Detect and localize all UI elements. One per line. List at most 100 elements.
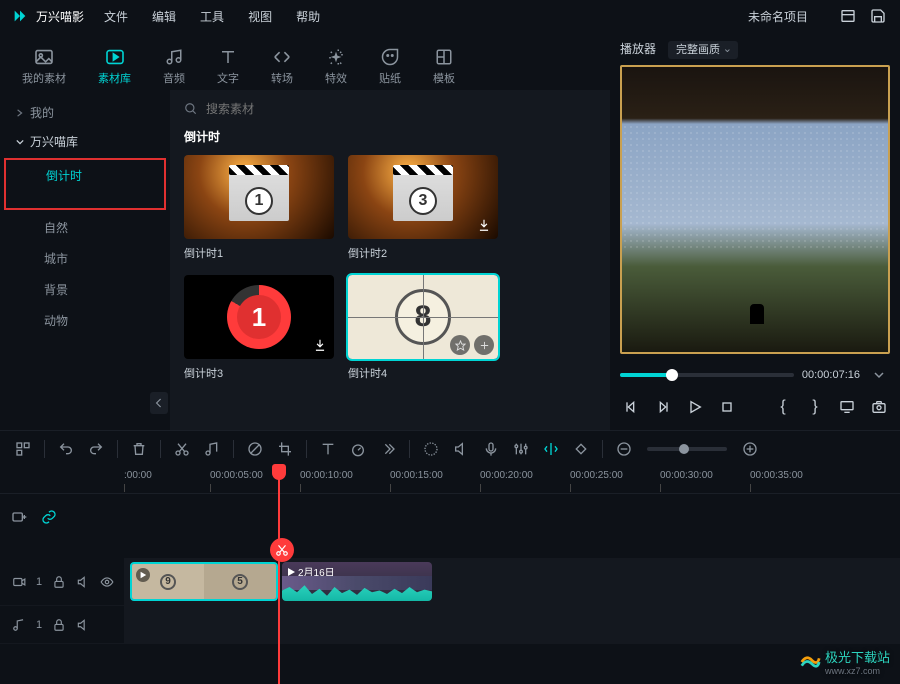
timeline-clip[interactable]: 2月16日 [282, 562, 432, 601]
delete-button[interactable] [126, 436, 152, 462]
asset-card[interactable]: 8 倒计时4 [348, 275, 498, 381]
asset-label: 倒计时2 [348, 245, 498, 261]
save-icon[interactable] [868, 6, 888, 26]
sidebar-item-nature[interactable]: 自然 [0, 212, 170, 243]
display-button[interactable] [836, 396, 858, 418]
sticker-icon [379, 48, 401, 66]
video-track-body[interactable]: 95 2月16日 [124, 558, 900, 605]
qr-icon[interactable] [10, 436, 36, 462]
marker-button[interactable] [538, 436, 564, 462]
undo-button[interactable] [53, 436, 79, 462]
category-sidebar: 我的 万兴喵库 倒计时 自然 城市 背景 动物 [0, 90, 170, 430]
menu-help[interactable]: 帮助 [296, 8, 320, 25]
asset-card[interactable]: 3 倒计时2 [348, 155, 498, 261]
video-track-icon [12, 575, 26, 589]
tab-transition[interactable]: 转场 [265, 44, 299, 90]
add-media-track-button[interactable] [8, 506, 30, 528]
sidebar-group-wxlib[interactable]: 万兴喵库 [0, 127, 170, 156]
lock-icon[interactable] [52, 618, 66, 632]
visibility-icon[interactable] [100, 575, 114, 589]
search-icon [184, 102, 198, 116]
menu-file[interactable]: 文件 [104, 8, 128, 25]
crop-button[interactable] [272, 436, 298, 462]
video-icon [104, 48, 126, 66]
sidebar-item-countdown[interactable]: 倒计时 [4, 158, 166, 210]
asset-thumbnail[interactable]: 3 [348, 155, 498, 239]
play-button[interactable] [684, 396, 706, 418]
sidebar-item-city[interactable]: 城市 [0, 243, 170, 274]
favorite-icon[interactable] [450, 335, 470, 355]
more-tools-icon[interactable] [375, 436, 401, 462]
asset-label: 倒计时1 [184, 245, 334, 261]
tab-audio[interactable]: 音频 [157, 44, 191, 90]
sidebar-group-mine[interactable]: 我的 [0, 98, 170, 127]
download-icon[interactable] [312, 337, 328, 353]
link-button[interactable] [38, 506, 60, 528]
scrub-track[interactable] [620, 373, 794, 377]
lock-icon[interactable] [52, 575, 66, 589]
tab-effect[interactable]: 特效 [319, 44, 353, 90]
asset-grid: 1 倒计时1 3 倒计时2 1 [184, 155, 596, 381]
mic-icon[interactable] [478, 436, 504, 462]
split-button[interactable] [270, 538, 294, 562]
playhead[interactable] [278, 466, 280, 684]
color-wheel-icon[interactable] [418, 436, 444, 462]
asset-thumbnail[interactable]: 1 [184, 275, 334, 359]
mark-in-button[interactable]: { [772, 396, 794, 418]
preview-scrubber: 00:00:07:16 [620, 364, 890, 386]
resource-panel: 我的素材 素材库 音频 文字 转场 特效 [0, 32, 610, 430]
tab-library[interactable]: 素材库 [92, 44, 137, 90]
speed-button[interactable] [345, 436, 371, 462]
cut-button[interactable] [169, 436, 195, 462]
search-input[interactable] [206, 102, 596, 116]
mute-icon[interactable] [76, 575, 90, 589]
timeline: :00:00 00:00:05:00 00:00:10:00 00:00:15:… [0, 466, 900, 684]
text-tool-icon[interactable] [315, 436, 341, 462]
disable-icon[interactable] [242, 436, 268, 462]
asset-thumbnail[interactable]: 1 [184, 155, 334, 239]
video-track: 1 95 2月16日 [0, 558, 900, 606]
preview-viewport[interactable] [620, 65, 890, 354]
sidebar-collapse-button[interactable] [150, 392, 168, 414]
timeline-clip[interactable]: 95 [130, 562, 278, 601]
quality-select[interactable]: 完整画质 [668, 41, 738, 57]
mute-icon[interactable] [76, 618, 90, 632]
redo-button[interactable] [83, 436, 109, 462]
keyframe-icon[interactable] [568, 436, 594, 462]
asset-grid-panel: 倒计时 1 倒计时1 3 倒计时2 [170, 90, 610, 430]
zoom-out-button[interactable] [611, 436, 637, 462]
audio-track-body[interactable] [124, 606, 900, 643]
stop-button[interactable] [716, 396, 738, 418]
time-ruler[interactable]: :00:00 00:00:05:00 00:00:10:00 00:00:15:… [0, 466, 900, 494]
section-title: 倒计时 [184, 128, 596, 145]
snapshot-button[interactable] [868, 396, 890, 418]
volume-icon[interactable] [448, 436, 474, 462]
audio-edit-icon[interactable] [199, 436, 225, 462]
asset-card[interactable]: 1 倒计时3 [184, 275, 334, 381]
tab-mymedia[interactable]: 我的素材 [16, 44, 72, 90]
tab-text[interactable]: 文字 [211, 44, 245, 90]
tab-sticker[interactable]: 贴纸 [373, 44, 407, 90]
prev-frame-button[interactable] [620, 396, 642, 418]
add-icon[interactable] [474, 335, 494, 355]
zoom-in-button[interactable] [737, 436, 763, 462]
adjust-icon[interactable] [508, 436, 534, 462]
asset-card[interactable]: 1 倒计时1 [184, 155, 334, 261]
sidebar-item-animal[interactable]: 动物 [0, 305, 170, 336]
menu-view[interactable]: 视图 [248, 8, 272, 25]
window-layout-icon[interactable] [838, 6, 858, 26]
preview-controls: { } [620, 392, 890, 422]
next-frame-button[interactable] [652, 396, 674, 418]
preview-timecode: 00:00:07:16 [802, 369, 860, 381]
chevron-down-icon[interactable] [868, 364, 890, 386]
download-icon[interactable] [476, 217, 492, 233]
sidebar-item-background[interactable]: 背景 [0, 274, 170, 305]
menu-tools[interactable]: 工具 [200, 8, 224, 25]
menu-edit[interactable]: 编辑 [152, 8, 176, 25]
zoom-slider[interactable] [647, 447, 727, 451]
scrub-handle[interactable] [666, 369, 678, 381]
asset-thumbnail[interactable]: 8 [348, 275, 498, 359]
tab-template[interactable]: 模板 [427, 44, 461, 90]
menubar: 万兴喵影 文件 编辑 工具 视图 帮助 未命名项目 [0, 0, 900, 32]
mark-out-button[interactable]: } [804, 396, 826, 418]
